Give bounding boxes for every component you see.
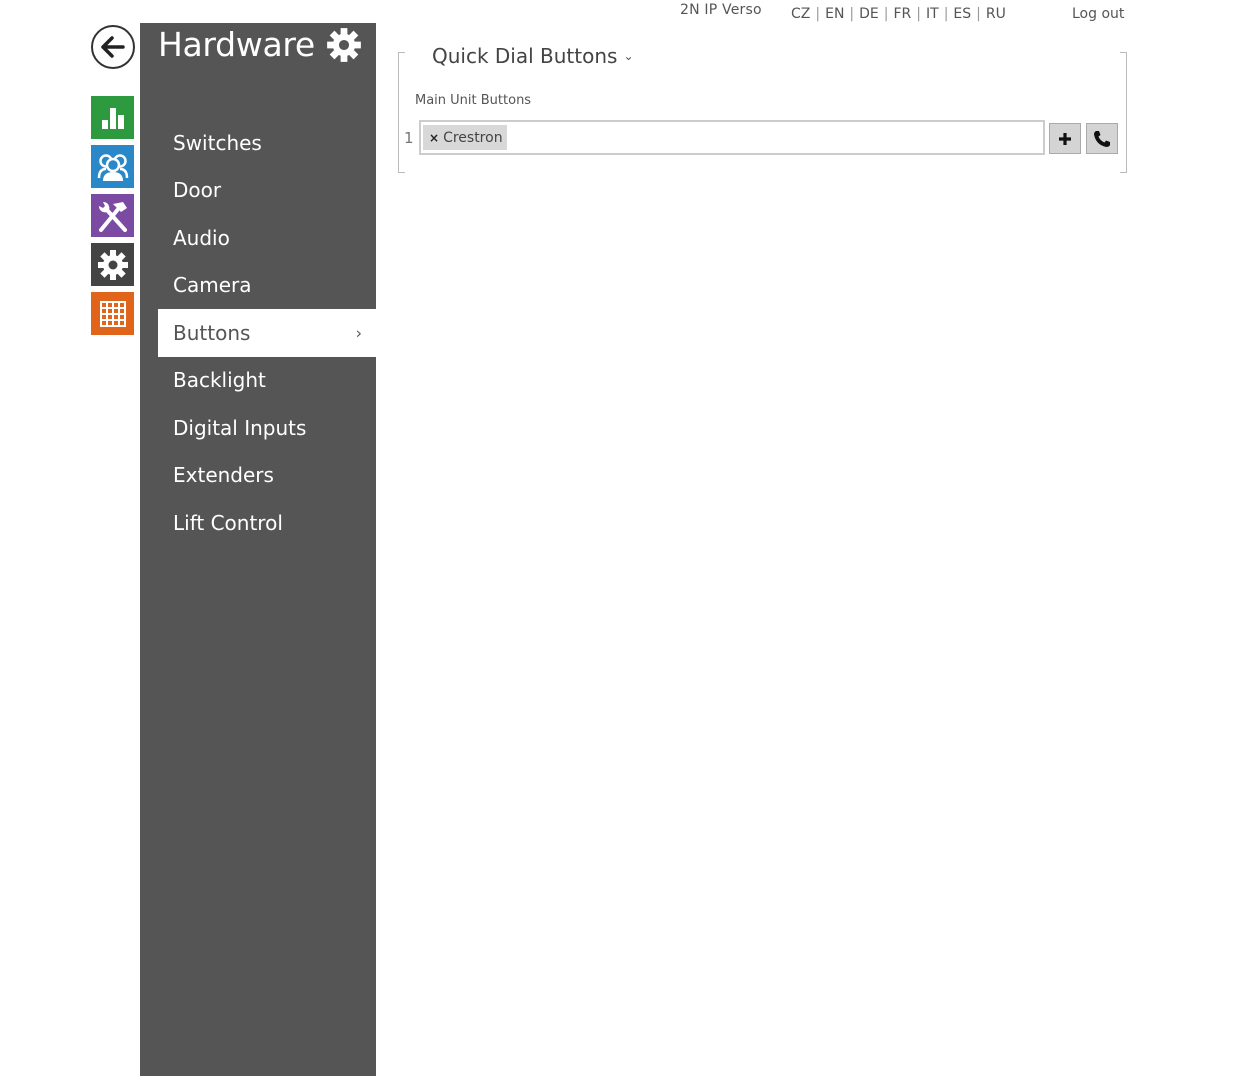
lang-it[interactable]: IT [926,6,939,22]
field-label: Main Unit Buttons [415,93,532,108]
system-app-button[interactable] [91,292,134,335]
directory-app-button[interactable] [91,145,134,188]
sidebar-item-buttons[interactable]: Buttons › [158,309,376,357]
sidebar-item-camera[interactable]: Camera [140,262,376,310]
section-toggle[interactable]: Quick Dial Buttons ⌄ [432,44,638,68]
back-button[interactable] [91,25,135,69]
lang-ru[interactable]: RU [986,6,1006,22]
device-name: 2N IP Verso [680,2,762,18]
users-icon [97,153,128,181]
grid-icon [99,300,126,327]
sidebar-item-digital-inputs[interactable]: Digital Inputs [140,404,376,452]
hardware-app-button[interactable] [91,194,134,237]
sidebar-item-extenders[interactable]: Extenders [140,452,376,500]
chevron-right-icon: › [355,323,362,343]
remove-tag-icon[interactable]: × [429,131,439,145]
gear-icon [97,249,128,280]
phone-icon [1094,130,1110,147]
section-frame-right [1120,52,1127,173]
add-user-button[interactable] [1049,123,1081,154]
user-tag: × Crestron [423,125,507,150]
tools-icon [98,201,127,232]
logout-link[interactable]: Log out [1072,6,1124,22]
bar-chart-icon [101,107,124,129]
phone-button[interactable] [1086,123,1118,154]
lang-en[interactable]: EN [825,6,844,22]
sidebar-title: Hardware [158,25,315,64]
gear-icon[interactable] [326,27,362,63]
lang-es[interactable]: ES [953,6,971,22]
quick-dial-section: Quick Dial Buttons ⌄ Main Unit Buttons 1… [398,44,1127,173]
sidebar-header: Hardware [158,23,376,73]
tag-label: Crestron [443,129,503,146]
sidebar-item-switches[interactable]: Switches [140,119,376,167]
lang-fr[interactable]: FR [894,6,912,22]
chevron-down-icon: ⌄ [623,49,634,63]
sidebar-item-lift-control[interactable]: Lift Control [140,499,376,547]
sidebar: Hardware Switches Door Audio Camera Butt… [140,23,376,1076]
lang-de[interactable]: DE [859,6,879,22]
status-app-button[interactable] [91,96,134,139]
sidebar-item-backlight[interactable]: Backlight [140,357,376,405]
language-selector: CZ | EN | DE | FR | IT | ES | RU [791,6,1006,22]
button-users-input[interactable]: × Crestron [419,120,1045,155]
section-frame-left [398,52,405,173]
services-app-button[interactable] [91,243,134,286]
arrow-left-icon [101,36,125,58]
plus-icon [1059,132,1071,145]
lang-cz[interactable]: CZ [791,6,810,22]
row-number: 1 [404,129,414,147]
section-title: Quick Dial Buttons [432,44,618,68]
sidebar-nav: Switches Door Audio Camera Buttons › Bac… [140,119,376,547]
sidebar-item-door[interactable]: Door [140,167,376,215]
sidebar-item-audio[interactable]: Audio [140,214,376,262]
